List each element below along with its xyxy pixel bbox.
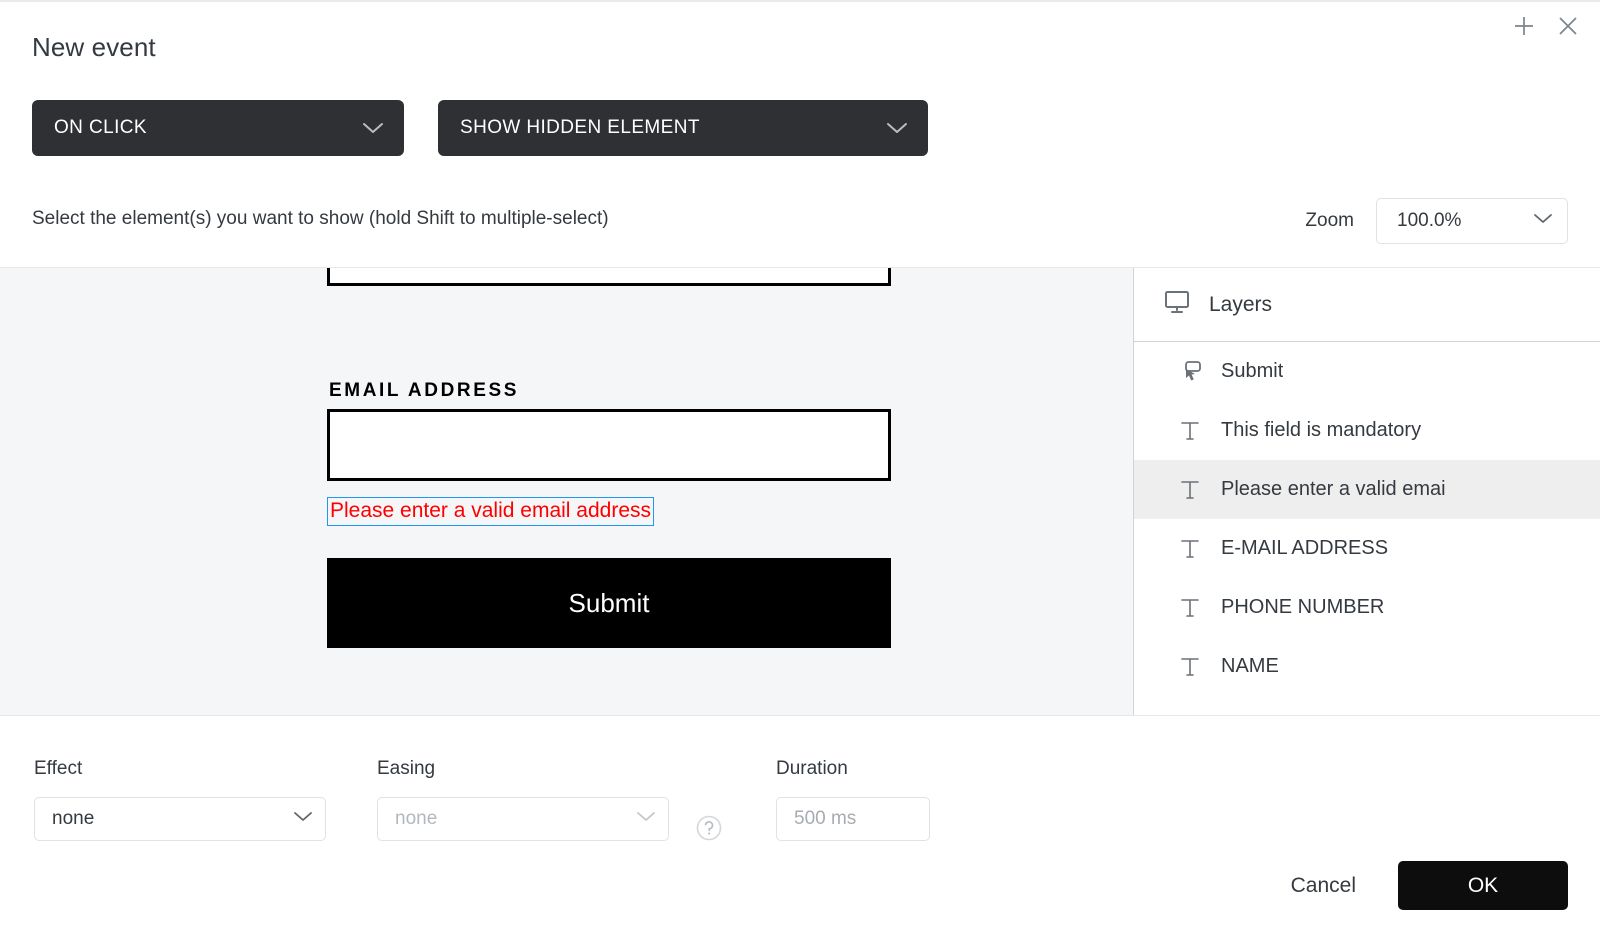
duration-input[interactable]: 500 ms [794,808,917,830]
layer-item-name[interactable]: NAME [1134,637,1600,696]
text-icon [1178,655,1202,679]
email-address-label: EMAIL ADDRESS [329,380,520,401]
selection-instruction: Select the element(s) you want to show (… [32,208,609,229]
layer-item-submit[interactable]: Submit [1134,342,1600,401]
zoom-select[interactable]: 100.0% [1376,198,1568,244]
phone-input-preview[interactable] [327,268,891,286]
layer-item-label: E-MAIL ADDRESS [1221,537,1389,559]
page-title: New event [32,32,156,62]
window-controls [1510,12,1582,40]
close-icon[interactable] [1554,12,1582,40]
layers-list: Submit This field is mandatory Please en… [1134,342,1600,715]
cancel-button[interactable]: Cancel [1277,866,1370,906]
new-event-dialog: New event ON CLICK SHOW HIDDEN ELEMENT S… [0,0,1600,950]
layer-item-label: This field is mandatory [1221,419,1422,441]
monitor-icon [1164,290,1190,319]
effect-select-value: none [52,808,95,829]
text-icon [1178,419,1202,443]
zoom-select-value: 100.0% [1397,210,1462,231]
layer-item-e-mail-address[interactable]: E-MAIL ADDRESS [1134,519,1600,578]
layer-item-please-enter-a-valid-emai[interactable]: Please enter a valid emai [1134,460,1600,519]
layers-panel-title: Layers [1209,292,1273,316]
duration-label: Duration [776,758,848,779]
email-error-text[interactable]: Please enter a valid email address [327,497,655,527]
email-input-preview[interactable] [327,409,891,481]
easing-select-value: none [395,808,438,829]
duration-field: Duration 500 ms [776,758,930,841]
text-icon [1178,596,1202,620]
submit-button-preview[interactable]: Submit [327,558,891,649]
easing-label: Easing [377,758,436,779]
layer-item-label: PHONE NUMBER [1221,596,1385,618]
form-preview: EMAIL ADDRESS Please enter a valid email… [327,268,891,649]
chevron-down-icon [362,121,384,135]
effect-field: Effect none [34,758,326,841]
action-select-value: SHOW HIDDEN ELEMENT [460,117,700,138]
canvas-region: EMAIL ADDRESS Please enter a valid email… [0,267,1600,716]
layer-item-label: Please enter a valid emai [1221,478,1446,500]
zoom-label: Zoom [1305,210,1354,231]
trigger-select[interactable]: ON CLICK [32,100,404,156]
text-icon [1178,478,1202,502]
plus-icon[interactable] [1510,12,1538,40]
easing-select: none [377,797,669,841]
layer-item-phone-number[interactable]: PHONE NUMBER [1134,578,1600,637]
chevron-down-icon [1533,212,1553,230]
chevron-down-icon [293,810,313,828]
duration-input-wrap[interactable]: 500 ms [776,797,930,841]
action-select[interactable]: SHOW HIDDEN ELEMENT [438,100,928,156]
question-circle-icon[interactable] [694,813,724,843]
text-icon [1178,537,1202,561]
canvas-stage[interactable]: EMAIL ADDRESS Please enter a valid email… [0,268,1133,715]
dialog-actions: Cancel OK [1277,861,1568,910]
layers-panel: Layers Submit This field is mandatory Pl… [1133,268,1600,715]
click-button-icon [1178,360,1202,384]
easing-field: Easing none [377,758,669,841]
layer-item-this-field-is-mandatory[interactable]: This field is mandatory [1134,401,1600,460]
chevron-down-icon [636,810,656,828]
effect-label: Effect [34,758,83,779]
zoom-control: Zoom 100.0% [1305,198,1568,244]
layers-panel-header: Layers [1134,268,1600,342]
trigger-select-value: ON CLICK [54,117,147,138]
ok-button[interactable]: OK [1398,861,1568,910]
layer-item-label: NAME [1221,655,1279,677]
chevron-down-icon [886,121,908,135]
animation-settings: Effect none Easing none Duration 500 ms [0,716,1600,950]
layer-item-label: Submit [1221,360,1284,382]
effect-select[interactable]: none [34,797,326,841]
event-selectors: ON CLICK SHOW HIDDEN ELEMENT [32,100,928,156]
